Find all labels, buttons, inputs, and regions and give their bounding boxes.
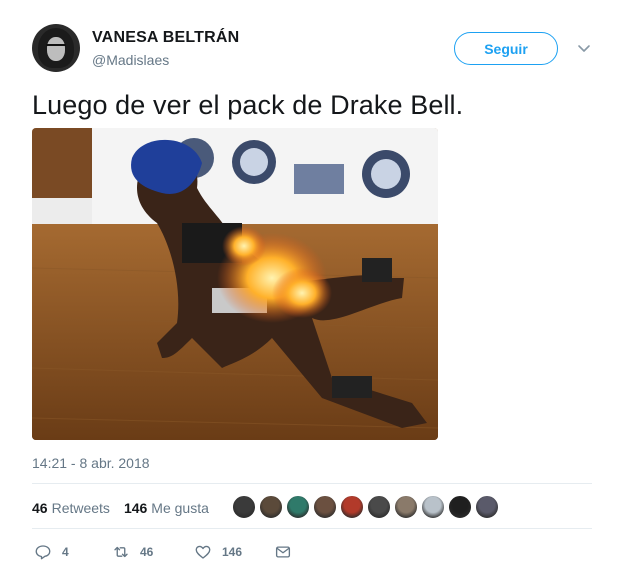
like-count: 146: [222, 545, 243, 559]
reply-icon: [35, 545, 51, 560]
likes-label[interactable]: Me gusta: [151, 500, 209, 516]
retweets-label[interactable]: Retweets: [52, 500, 110, 516]
envelope-icon: [275, 546, 291, 558]
liker-avatar[interactable]: [232, 495, 256, 519]
liker-avatar[interactable]: [286, 495, 310, 519]
reply-button[interactable]: 4: [34, 540, 69, 564]
tweet-text: Luego de ver el pack de Drake Bell.: [32, 90, 464, 120]
photo-image: [32, 128, 438, 440]
liker-avatar[interactable]: [340, 495, 364, 519]
liker-avatar[interactable]: [313, 495, 337, 519]
liker-avatar[interactable]: [394, 495, 418, 519]
tweet-timestamp[interactable]: 14:21 - 8 abr. 2018: [32, 455, 150, 471]
avatar-glasses: [46, 44, 66, 50]
chevron-down-icon[interactable]: [574, 38, 594, 58]
retweet-button[interactable]: 46: [112, 540, 153, 564]
tweet-photo[interactable]: [32, 128, 438, 440]
follow-button[interactable]: Seguir: [454, 32, 558, 65]
tweet-stats: 46 Retweets 146 Me gusta: [32, 496, 223, 520]
retweets-count[interactable]: 46: [32, 500, 48, 516]
liker-avatar[interactable]: [367, 495, 391, 519]
reply-count: 4: [62, 545, 69, 559]
tweet-header: VANESA BELTRÁN @Madislaes Seguir: [32, 24, 592, 76]
retweet-count: 46: [140, 545, 154, 559]
liker-avatars: [232, 495, 502, 521]
liker-avatar[interactable]: [259, 495, 283, 519]
user-avatar[interactable]: [32, 24, 80, 72]
like-button[interactable]: 146: [194, 540, 242, 564]
liker-avatar[interactable]: [448, 495, 472, 519]
liker-avatar[interactable]: [421, 495, 445, 519]
divider-bottom: [32, 528, 592, 529]
user-name[interactable]: VANESA BELTRÁN: [92, 29, 239, 47]
liker-avatar[interactable]: [475, 495, 499, 519]
heart-icon: [195, 545, 211, 559]
message-button[interactable]: [274, 540, 292, 564]
divider-top: [32, 483, 592, 484]
retweet-icon: [114, 546, 128, 558]
tweet-actions: 4 46 146: [32, 540, 332, 564]
user-handle[interactable]: @Madislaes: [92, 52, 169, 68]
likes-count[interactable]: 146: [124, 500, 147, 516]
